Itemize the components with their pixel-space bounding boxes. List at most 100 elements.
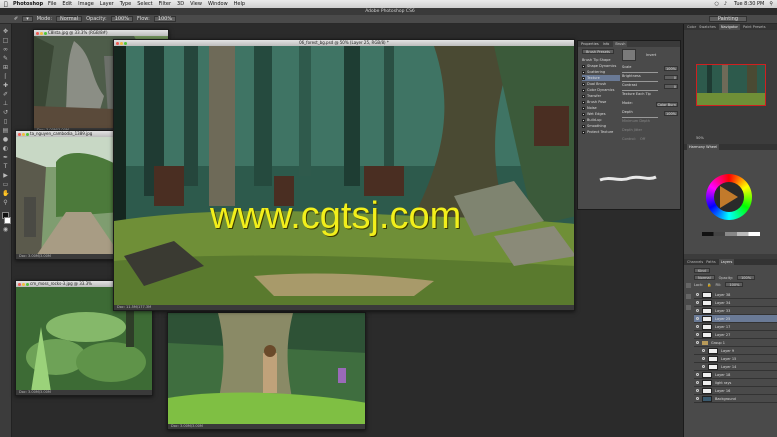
mode-select[interactable]: Color Burn: [656, 102, 678, 107]
layer-row[interactable]: Layer 17: [694, 323, 777, 331]
visibility-eye-icon[interactable]: [696, 381, 699, 384]
navigator-thumbnail[interactable]: [696, 64, 766, 106]
eyedropper-tool-icon[interactable]: ⌈: [2, 73, 9, 80]
menu-image[interactable]: Image: [78, 1, 94, 7]
tab-paint-presets[interactable]: Paint Presets: [743, 24, 766, 30]
history-icon[interactable]: [685, 283, 691, 288]
option-checkbox[interactable]: [582, 94, 585, 98]
visibility-eye-icon[interactable]: [696, 373, 699, 376]
option-checkbox[interactable]: [582, 70, 585, 74]
control-select[interactable]: Off: [640, 137, 645, 141]
quick-mask-icon[interactable]: ◉: [2, 226, 9, 233]
visibility-eye-icon[interactable]: [696, 301, 699, 304]
invert-checkbox-label[interactable]: Invert: [646, 53, 656, 57]
visibility-eye-icon[interactable]: [696, 325, 699, 328]
actions-icon[interactable]: [685, 294, 691, 299]
option-checkbox[interactable]: [582, 124, 585, 128]
menu-window[interactable]: Window: [208, 1, 228, 7]
workspace-select[interactable]: Painting: [708, 16, 747, 22]
color-triangle[interactable]: [720, 186, 738, 208]
layer-row[interactable]: Layer 27: [694, 331, 777, 339]
option-checkbox[interactable]: [582, 112, 585, 116]
option-checkbox[interactable]: [582, 130, 585, 134]
menu-3d[interactable]: 3D: [177, 1, 184, 7]
apple-icon[interactable]: : [4, 1, 10, 8]
option-checkbox[interactable]: [582, 118, 585, 122]
minimize-icon[interactable]: [22, 132, 25, 136]
layer-row[interactable]: Layer 18: [694, 371, 777, 379]
dodge-tool-icon[interactable]: ◐: [2, 145, 9, 152]
blend-mode-select[interactable]: Normal: [694, 275, 715, 280]
brush-size-picker[interactable]: ▾: [22, 16, 33, 22]
visibility-eye-icon[interactable]: [696, 333, 699, 336]
menu-help[interactable]: Help: [234, 1, 245, 7]
tab-navigator[interactable]: Navigator: [718, 24, 741, 30]
layer-row[interactable]: Layer 15: [694, 355, 777, 363]
tab-channels[interactable]: Channels: [687, 259, 703, 265]
option-checkbox[interactable]: [582, 64, 585, 68]
visibility-eye-icon[interactable]: [696, 309, 699, 312]
zoom-icon[interactable]: [124, 41, 127, 45]
volume-icon[interactable]: ♪: [724, 1, 727, 7]
layer-row[interactable]: Layer 25: [694, 315, 777, 323]
crop-tool-icon[interactable]: ⊞: [2, 64, 9, 71]
visibility-eye-icon[interactable]: [696, 317, 699, 320]
path-select-tool-icon[interactable]: ▶: [2, 172, 9, 179]
zoom-icon[interactable]: [44, 31, 47, 35]
adjustments-icon[interactable]: [685, 305, 691, 310]
lasso-tool-icon[interactable]: ∞: [2, 46, 9, 53]
depth-field[interactable]: 100%: [664, 111, 678, 116]
minimize-icon[interactable]: [40, 31, 43, 35]
painting-canvas[interactable]: [114, 46, 574, 305]
healing-tool-icon[interactable]: ✚: [2, 82, 9, 89]
option-checkbox[interactable]: [582, 82, 585, 86]
close-icon[interactable]: [116, 41, 119, 45]
brush-tool-icon[interactable]: ✐: [14, 16, 18, 22]
brightness-field[interactable]: 0: [664, 75, 678, 80]
document-canvas[interactable]: [168, 313, 365, 424]
scale-field[interactable]: 100%: [664, 66, 678, 71]
document-window-forest[interactable]: 06_forest_bg.psd @ 50% (Layer 25, RGB/8)…: [113, 39, 575, 311]
visibility-eye-icon[interactable]: [696, 397, 699, 400]
visibility-eye-icon[interactable]: [696, 389, 699, 392]
tab-color[interactable]: Color: [687, 24, 696, 30]
zoom-icon[interactable]: [26, 132, 29, 136]
layer-kind-filter[interactable]: Kind: [694, 268, 710, 273]
brush-tool-icon[interactable]: ✐: [2, 91, 9, 98]
menu-type[interactable]: Type: [120, 1, 131, 7]
contrast-field[interactable]: 0: [664, 84, 678, 89]
layer-opacity-field[interactable]: 100%: [737, 275, 756, 280]
brush-option[interactable]: Protect Texture: [582, 129, 620, 135]
layer-row[interactable]: Layer 9: [694, 347, 777, 355]
menu-select[interactable]: Select: [137, 1, 152, 7]
option-checkbox[interactable]: [582, 106, 585, 110]
flow-field[interactable]: 100%: [153, 16, 177, 22]
scale-slider[interactable]: [622, 72, 658, 73]
layer-row[interactable]: light rays: [694, 379, 777, 387]
quick-select-tool-icon[interactable]: ✎: [2, 55, 9, 62]
minimize-icon[interactable]: [120, 41, 123, 45]
contrast-slider[interactable]: [622, 90, 658, 91]
eraser-tool-icon[interactable]: ▯: [2, 118, 9, 125]
grayscale-swatches[interactable]: [702, 232, 760, 236]
brightness-slider[interactable]: [622, 81, 658, 82]
layer-row[interactable]: Layer 16: [694, 387, 777, 395]
menu-filter[interactable]: Filter: [159, 1, 171, 7]
tab-swatches[interactable]: Swatches: [699, 24, 716, 30]
layer-row[interactable]: Layer 38: [694, 291, 777, 299]
document-window-tree[interactable]: Doc: 3.00M/3.00M: [167, 312, 366, 430]
menu-file[interactable]: File: [48, 1, 56, 7]
gradient-tool-icon[interactable]: ▤: [2, 127, 9, 134]
option-checkbox[interactable]: [582, 76, 585, 80]
option-checkbox[interactable]: [582, 88, 585, 92]
visibility-eye-icon[interactable]: [696, 293, 699, 296]
layer-fill-field[interactable]: 100%: [725, 282, 744, 287]
depth-slider[interactable]: [622, 117, 658, 118]
menubar-clock[interactable]: Tue 8:30 PM: [734, 1, 764, 7]
layer-row[interactable]: Background: [694, 395, 777, 403]
layer-row[interactable]: Layer 33: [694, 307, 777, 315]
document-window-cambodia[interactable]: ta_nguyen_cambodia_1389.jpg Doc: 3.00M/3…: [15, 130, 120, 260]
background-color-swatch[interactable]: [4, 217, 11, 224]
texture-each-tip-row[interactable]: Texture Each Tip: [622, 92, 678, 101]
lock-icon[interactable]: 🔒: [707, 283, 711, 287]
